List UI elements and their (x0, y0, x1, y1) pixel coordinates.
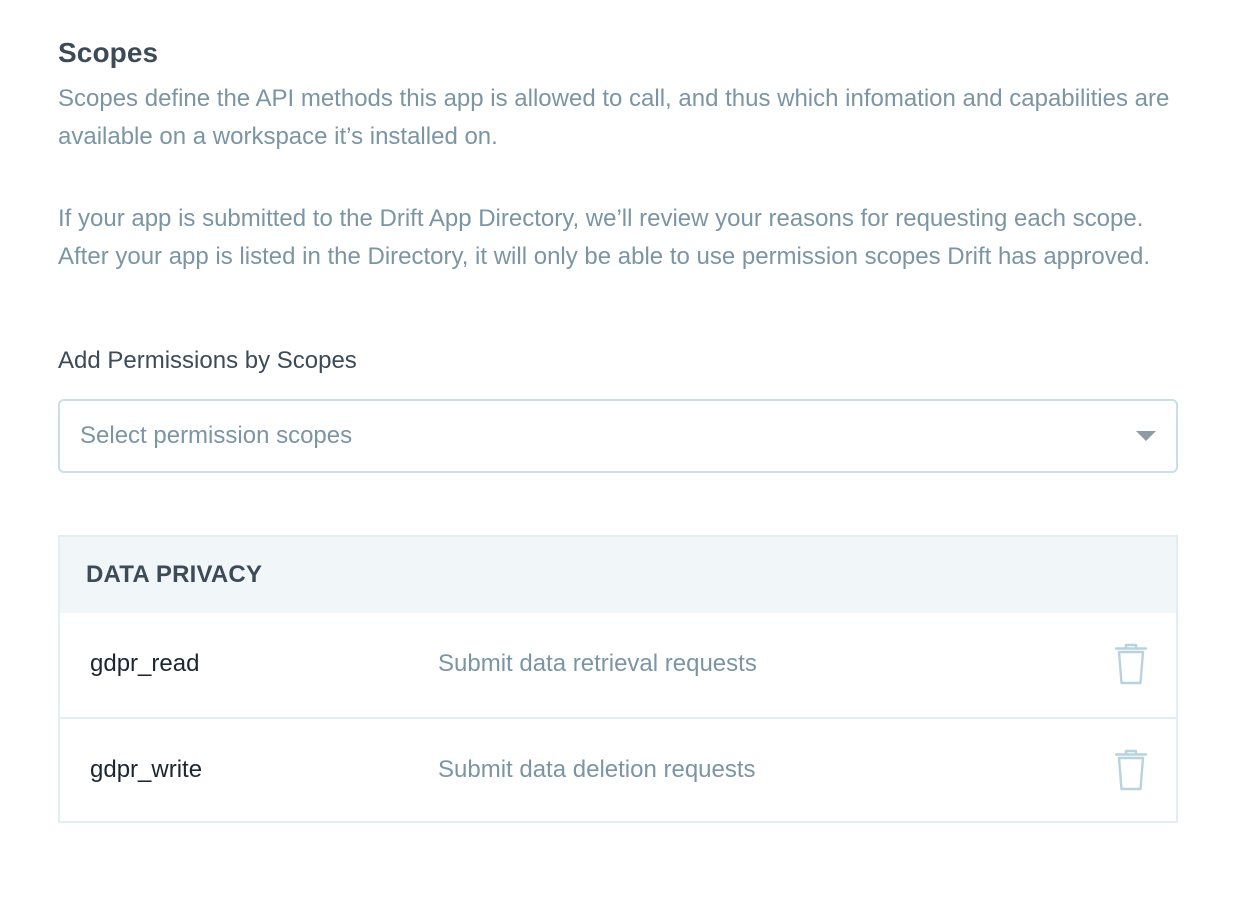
trash-icon[interactable] (1114, 643, 1148, 685)
scope-description: Submit data retrieval requests (438, 650, 757, 677)
scope-name: gdpr_write (90, 756, 203, 783)
scope-row: gdpr_read Submit data retrieval requests (60, 613, 1176, 717)
permission-scopes-select[interactable]: Select permission scopes (58, 399, 1178, 473)
section-review-note: If your app is submitted to the Drift Ap… (58, 205, 1151, 270)
select-placeholder: Select permission scopes (80, 422, 353, 449)
scope-group-header: DATA PRIVACY (60, 537, 1176, 613)
scope-name: gdpr_read (90, 650, 200, 677)
scope-description: Submit data deletion requests (438, 756, 756, 783)
chevron-down-icon (1136, 431, 1156, 441)
trash-icon[interactable] (1114, 749, 1148, 791)
permissions-label: Add Permissions by Scopes (58, 347, 357, 374)
scope-group-table: DATA PRIVACY gdpr_read Submit data retri… (58, 535, 1178, 823)
section-description: Scopes define the API methods this app i… (58, 85, 1170, 150)
section-title: Scopes (58, 37, 159, 68)
scope-row: gdpr_write Submit data deletion requests (60, 717, 1176, 821)
scopes-section: Scopes Scopes define the API methods thi… (58, 34, 1178, 823)
